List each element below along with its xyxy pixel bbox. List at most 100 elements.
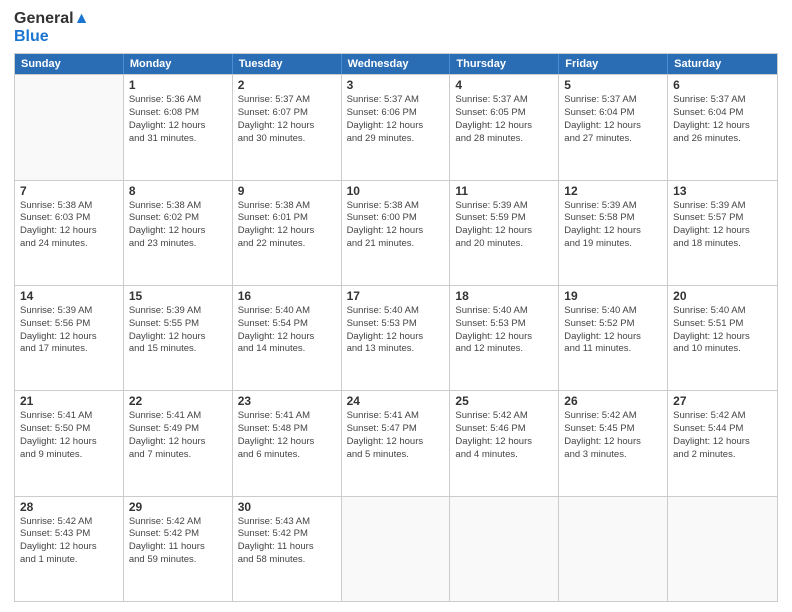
day-info: Sunrise: 5:39 AM Sunset: 5:57 PM Dayligh… — [673, 200, 772, 251]
day-number: 26 — [564, 394, 662, 408]
day-number: 16 — [238, 289, 336, 303]
day-info: Sunrise: 5:37 AM Sunset: 6:07 PM Dayligh… — [238, 94, 336, 145]
day-number: 2 — [238, 78, 336, 92]
cal-cell-7: 7 Sunrise: 5:38 AM Sunset: 6:03 PM Daylig… — [15, 181, 124, 285]
cal-cell-9: 9Sunrise: 5:38 AM Sunset: 6:01 PM Daylig… — [233, 181, 342, 285]
header-day-friday: Friday — [559, 54, 668, 74]
day-info: Sunrise: 5:42 AM Sunset: 5:43 PM Dayligh… — [20, 516, 118, 567]
day-number: 23 — [238, 394, 336, 408]
logo-blue: Blue — [14, 28, 89, 46]
day-number: 7 — [20, 184, 118, 198]
day-info: Sunrise: 5:42 AM Sunset: 5:45 PM Dayligh… — [564, 410, 662, 461]
day-info: Sunrise: 5:43 AM Sunset: 5:42 PM Dayligh… — [238, 516, 336, 567]
day-info: Sunrise: 5:41 AM Sunset: 5:47 PM Dayligh… — [347, 410, 445, 461]
day-info: Sunrise: 5:40 AM Sunset: 5:54 PM Dayligh… — [238, 305, 336, 356]
day-info: Sunrise: 5:36 AM Sunset: 6:08 PM Dayligh… — [129, 94, 227, 145]
header-day-monday: Monday — [124, 54, 233, 74]
cal-cell-empty-5 — [559, 497, 668, 601]
cal-cell-18: 18 Sunrise: 5:40 AM Sunset: 5:53 PM Dayli… — [450, 286, 559, 390]
cal-cell-11: 11Sunrise: 5:39 AM Sunset: 5:59 PM Dayli… — [450, 181, 559, 285]
day-info: Sunrise: 5:40 AM Sunset: 5:53 PM Dayligh… — [455, 305, 553, 356]
day-info: Sunrise: 5:41 AM Sunset: 5:50 PM Dayligh… — [20, 410, 118, 461]
cal-cell-19: 19 Sunrise: 5:40 AM Sunset: 5:52 PM Dayli… — [559, 286, 668, 390]
cal-cell-16: 16 Sunrise: 5:40 AM Sunset: 5:54 PM Dayli… — [233, 286, 342, 390]
day-info: Sunrise: 5:37 AM Sunset: 6:05 PM Dayligh… — [455, 94, 553, 145]
day-number: 15 — [129, 289, 227, 303]
day-info: Sunrise: 5:42 AM Sunset: 5:46 PM Dayligh… — [455, 410, 553, 461]
cal-cell-23: 23 Sunrise: 5:41 AM Sunset: 5:48 PM Dayli… — [233, 391, 342, 495]
cal-cell-28: 28 Sunrise: 5:42 AM Sunset: 5:43 PM Dayli… — [15, 497, 124, 601]
day-info: Sunrise: 5:39 AM Sunset: 5:56 PM Dayligh… — [20, 305, 118, 356]
cal-cell-6: 6 Sunrise: 5:37 AM Sunset: 6:04 PM Daylig… — [668, 75, 777, 179]
cal-cell-15: 15 Sunrise: 5:39 AM Sunset: 5:55 PM Dayli… — [124, 286, 233, 390]
day-info: Sunrise: 5:41 AM Sunset: 5:48 PM Dayligh… — [238, 410, 336, 461]
header-day-tuesday: Tuesday — [233, 54, 342, 74]
cal-cell-14: 14Sunrise: 5:39 AM Sunset: 5:56 PM Dayli… — [15, 286, 124, 390]
day-info: Sunrise: 5:37 AM Sunset: 6:04 PM Dayligh… — [564, 94, 662, 145]
day-info: Sunrise: 5:38 AM Sunset: 6:02 PM Dayligh… — [129, 200, 227, 251]
day-number: 12 — [564, 184, 662, 198]
calendar-row-5: 28 Sunrise: 5:42 AM Sunset: 5:43 PM Dayli… — [15, 496, 777, 601]
cal-cell-empty-0 — [15, 75, 124, 179]
cal-cell-17: 17 Sunrise: 5:40 AM Sunset: 5:53 PM Dayli… — [342, 286, 451, 390]
cal-cell-8: 8Sunrise: 5:38 AM Sunset: 6:02 PM Daylig… — [124, 181, 233, 285]
cal-cell-29: 29Sunrise: 5:42 AM Sunset: 5:42 PM Dayli… — [124, 497, 233, 601]
day-number: 3 — [347, 78, 445, 92]
day-number: 20 — [673, 289, 772, 303]
day-info: Sunrise: 5:37 AM Sunset: 6:04 PM Dayligh… — [673, 94, 772, 145]
calendar-row-4: 21 Sunrise: 5:41 AM Sunset: 5:50 PM Dayli… — [15, 390, 777, 495]
cal-cell-2: 2 Sunrise: 5:37 AM Sunset: 6:07 PM Daylig… — [233, 75, 342, 179]
header: General▲ Blue — [14, 10, 778, 45]
day-number: 10 — [347, 184, 445, 198]
calendar-row-1: 1 Sunrise: 5:36 AM Sunset: 6:08 PM Daylig… — [15, 74, 777, 179]
header-day-saturday: Saturday — [668, 54, 777, 74]
day-number: 11 — [455, 184, 553, 198]
day-info: Sunrise: 5:39 AM Sunset: 5:55 PM Dayligh… — [129, 305, 227, 356]
cal-cell-24: 24 Sunrise: 5:41 AM Sunset: 5:47 PM Dayli… — [342, 391, 451, 495]
header-day-wednesday: Wednesday — [342, 54, 451, 74]
day-number: 4 — [455, 78, 553, 92]
day-info: Sunrise: 5:40 AM Sunset: 5:51 PM Dayligh… — [673, 305, 772, 356]
day-number: 6 — [673, 78, 772, 92]
header-day-thursday: Thursday — [450, 54, 559, 74]
logo: General▲ Blue — [14, 10, 89, 45]
day-info: Sunrise: 5:38 AM Sunset: 6:00 PM Dayligh… — [347, 200, 445, 251]
day-info: Sunrise: 5:40 AM Sunset: 5:52 PM Dayligh… — [564, 305, 662, 356]
cal-cell-1: 1 Sunrise: 5:36 AM Sunset: 6:08 PM Daylig… — [124, 75, 233, 179]
day-number: 21 — [20, 394, 118, 408]
day-number: 24 — [347, 394, 445, 408]
day-number: 5 — [564, 78, 662, 92]
cal-cell-27: 27 Sunrise: 5:42 AM Sunset: 5:44 PM Dayli… — [668, 391, 777, 495]
day-info: Sunrise: 5:40 AM Sunset: 5:53 PM Dayligh… — [347, 305, 445, 356]
day-number: 17 — [347, 289, 445, 303]
day-number: 30 — [238, 500, 336, 514]
day-number: 22 — [129, 394, 227, 408]
day-number: 28 — [20, 500, 118, 514]
cal-cell-20: 20 Sunrise: 5:40 AM Sunset: 5:51 PM Dayli… — [668, 286, 777, 390]
day-info: Sunrise: 5:37 AM Sunset: 6:06 PM Dayligh… — [347, 94, 445, 145]
cal-cell-25: 25 Sunrise: 5:42 AM Sunset: 5:46 PM Dayli… — [450, 391, 559, 495]
day-info: Sunrise: 5:42 AM Sunset: 5:44 PM Dayligh… — [673, 410, 772, 461]
day-number: 25 — [455, 394, 553, 408]
calendar: SundayMondayTuesdayWednesdayThursdayFrid… — [14, 53, 778, 602]
cal-cell-30: 30 Sunrise: 5:43 AM Sunset: 5:42 PM Dayli… — [233, 497, 342, 601]
day-number: 29 — [129, 500, 227, 514]
day-info: Sunrise: 5:41 AM Sunset: 5:49 PM Dayligh… — [129, 410, 227, 461]
cal-cell-12: 12 Sunrise: 5:39 AM Sunset: 5:58 PM Dayli… — [559, 181, 668, 285]
day-number: 1 — [129, 78, 227, 92]
cal-cell-10: 10 Sunrise: 5:38 AM Sunset: 6:00 PM Dayli… — [342, 181, 451, 285]
day-info: Sunrise: 5:38 AM Sunset: 6:03 PM Dayligh… — [20, 200, 118, 251]
cal-cell-22: 22 Sunrise: 5:41 AM Sunset: 5:49 PM Dayli… — [124, 391, 233, 495]
calendar-header: SundayMondayTuesdayWednesdayThursdayFrid… — [15, 54, 777, 74]
cal-cell-empty-6 — [668, 497, 777, 601]
calendar-row-3: 14Sunrise: 5:39 AM Sunset: 5:56 PM Dayli… — [15, 285, 777, 390]
day-number: 18 — [455, 289, 553, 303]
day-number: 19 — [564, 289, 662, 303]
day-info: Sunrise: 5:38 AM Sunset: 6:01 PM Dayligh… — [238, 200, 336, 251]
cal-cell-5: 5 Sunrise: 5:37 AM Sunset: 6:04 PM Daylig… — [559, 75, 668, 179]
day-info: Sunrise: 5:39 AM Sunset: 5:58 PM Dayligh… — [564, 200, 662, 251]
day-number: 27 — [673, 394, 772, 408]
cal-cell-4: 4 Sunrise: 5:37 AM Sunset: 6:05 PM Daylig… — [450, 75, 559, 179]
logo-general: General▲ — [14, 10, 89, 28]
day-number: 13 — [673, 184, 772, 198]
